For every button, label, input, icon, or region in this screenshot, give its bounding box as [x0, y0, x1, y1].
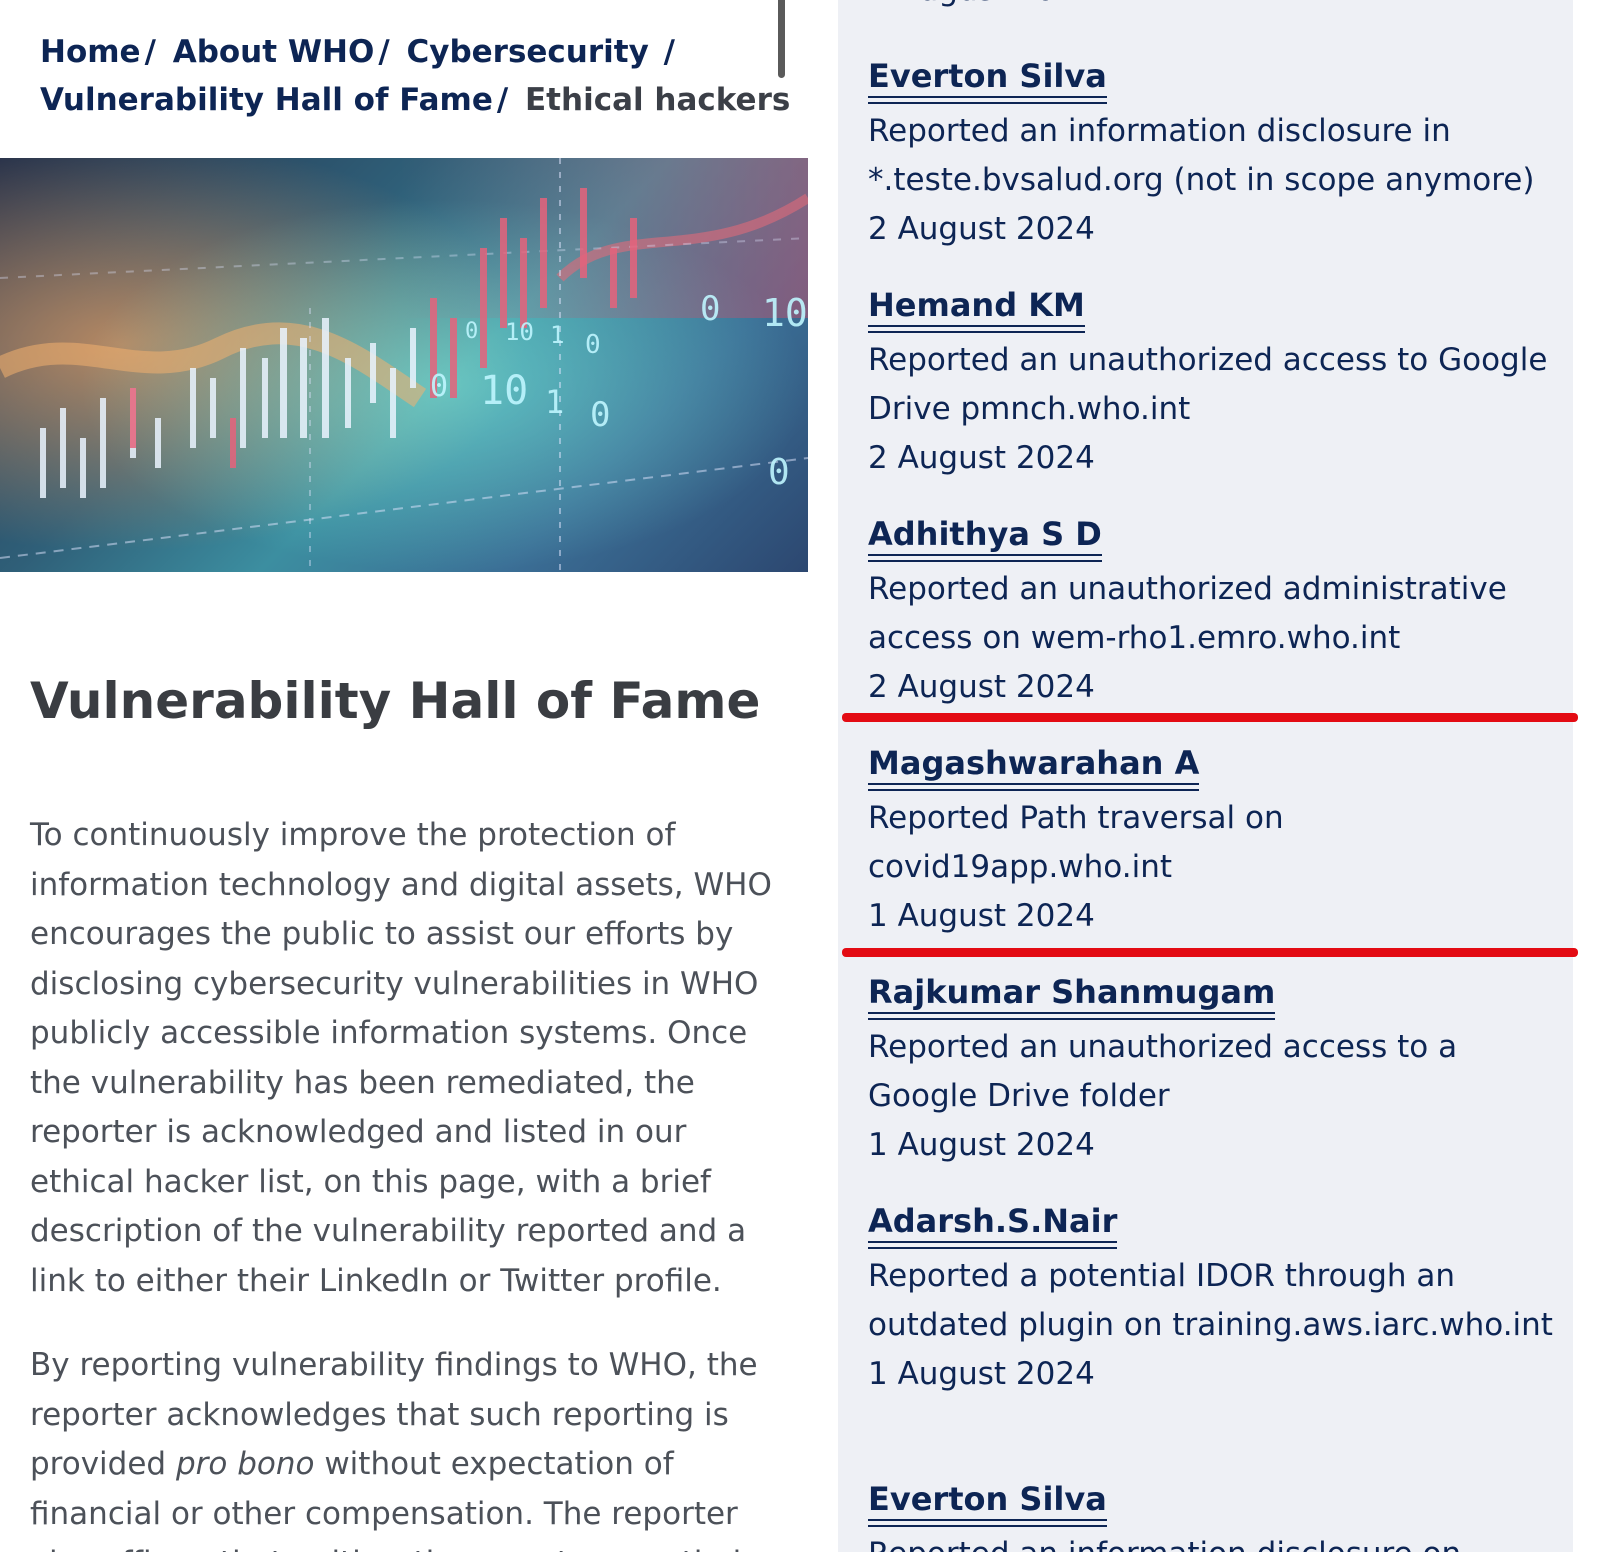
entry-description: Reported an information disclosure in *.…: [868, 113, 1535, 198]
hacker-name-link[interactable]: Everton Silva: [868, 1479, 1107, 1521]
highlight-line-top: [842, 713, 1578, 722]
hero-digit: 0: [768, 452, 790, 493]
breadcrumb-separator: /: [663, 34, 675, 70]
hero-digit: 0: [700, 289, 720, 329]
breadcrumb-cybersecurity[interactable]: Cybersecurity: [406, 34, 648, 70]
hall-entry: Everton Silva Reported an information di…: [868, 56, 1558, 254]
entry-description: Reported an information disclosure on: [868, 1530, 1558, 1552]
hero-image: 0 10 1 0 0 10 1 0 0 10 0: [0, 158, 808, 572]
main-content: Home / About WHO / Cybersecurity / Vulnera…: [0, 0, 820, 1552]
hero-digit: 0: [430, 369, 448, 404]
entry-date: 1 August 2024: [868, 1356, 1095, 1392]
entry-date: 2 August 2024: [868, 669, 1095, 705]
highlight-line-bottom: [842, 948, 1578, 957]
hacker-name-link[interactable]: Everton Silva: [868, 56, 1107, 98]
hall-entry: Rajkumar Shanmugam Reported an unauthori…: [868, 972, 1558, 1170]
hacker-name-link[interactable]: Hemand KM: [868, 285, 1085, 327]
page-title: Vulnerability Hall of Fame: [30, 672, 761, 730]
disclaimer-paragraph: By reporting vulnerability findings to W…: [30, 1341, 790, 1552]
hero-digit: 1: [545, 383, 564, 421]
hall-entry: Adarsh.S.Nair Reported a potential IDOR …: [868, 1201, 1558, 1399]
hall-entry: Adhithya S D Reported an unauthorized ad…: [868, 514, 1558, 712]
breadcrumb-separator: /: [144, 34, 156, 70]
hero-digit: 0: [590, 395, 610, 435]
hall-entry: Everton Silva Reported an information di…: [868, 1479, 1558, 1552]
breadcrumb-separator: /: [496, 82, 509, 118]
entry-date: 1 August 2024: [868, 898, 1095, 934]
breadcrumb-about-who[interactable]: About WHO: [173, 34, 375, 70]
hero-image-graphic: 0 10 1 0 0 10 1 0 0 10 0: [0, 158, 808, 572]
hero-digit: 10: [480, 368, 528, 414]
intro-paragraph: To continuously improve the protection o…: [30, 817, 772, 1299]
hacker-name-link[interactable]: Adhithya S D: [868, 514, 1102, 556]
hacker-name-link[interactable]: Adarsh.S.Nair: [868, 1201, 1118, 1243]
hall-entry: Hemand KM Reported an unauthorized acces…: [868, 285, 1558, 483]
entry-date: 1 August 2024: [868, 1127, 1095, 1163]
hero-digit: 10: [505, 318, 534, 346]
breadcrumb: Home / About WHO / Cybersecurity / Vulnera…: [40, 28, 800, 124]
hero-digit: 0: [465, 319, 478, 344]
entry-description: Reported an unauthorized access to Googl…: [868, 342, 1548, 427]
hero-digit: 0: [585, 330, 601, 360]
breadcrumb-home[interactable]: Home: [40, 34, 141, 70]
breadcrumb-separator: /: [378, 34, 390, 70]
page: Home / About WHO / Cybersecurity / Vulnera…: [0, 0, 1600, 1552]
entry-description: Reported a potential IDOR through an out…: [868, 1258, 1553, 1343]
hacker-name-link[interactable]: Magashwarahan A: [868, 743, 1200, 785]
entry-description: Reported Path traversal on covid19app.wh…: [868, 800, 1284, 885]
hero-digit: 10: [762, 291, 808, 335]
entry-description: Reported an unauthorized administrative …: [868, 571, 1507, 656]
hacker-name-link[interactable]: Rajkumar Shanmugam: [868, 972, 1276, 1014]
breadcrumb-current: Ethical hackers: [525, 82, 791, 118]
breadcrumb-hall-of-fame[interactable]: Vulnerability Hall of Fame: [40, 82, 493, 118]
hero-digit: 1: [550, 321, 564, 349]
entry-date: 2 August 2024: [868, 211, 1095, 247]
hall-entry-highlighted: Magashwarahan A Reported Path traversal …: [868, 743, 1558, 941]
hall-of-fame-list: 2 August 2024 Everton Silva Reported an …: [838, 0, 1573, 1552]
pro-bono-emphasis: pro bono: [175, 1446, 315, 1482]
entry-date: 2 August 2024: [868, 0, 1095, 10]
entry-date: 2 August 2024: [868, 440, 1095, 476]
entry-description: Reported an unauthorized access to a Goo…: [868, 1029, 1458, 1114]
